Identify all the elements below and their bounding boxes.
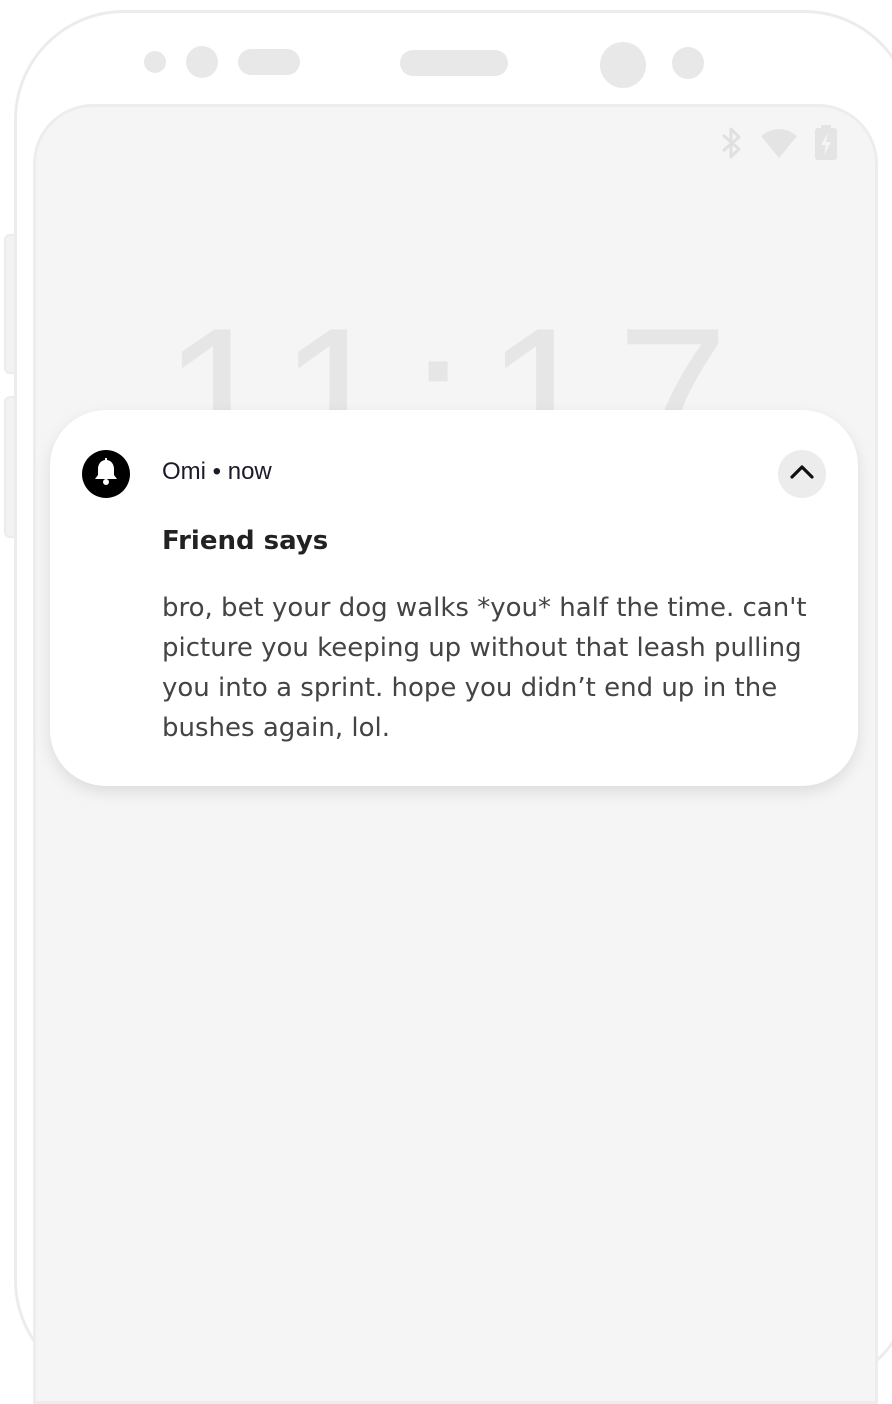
front-camera	[600, 42, 646, 88]
power-button	[4, 396, 14, 538]
notification-body: bro, bet your dog walks *you* half the t…	[162, 593, 807, 743]
sensor-dot	[144, 51, 166, 73]
bell-icon	[93, 458, 119, 490]
wifi-icon	[759, 126, 799, 164]
battery-charging-icon	[813, 125, 839, 165]
chevron-up-icon	[789, 464, 815, 484]
notification-app-meta: Omi • now	[162, 458, 272, 485]
sensor-dot	[672, 47, 704, 79]
speaker-grille	[400, 50, 508, 76]
sensor-dot	[186, 46, 218, 78]
bluetooth-icon	[717, 125, 745, 165]
collapse-button[interactable]	[778, 450, 826, 498]
app-icon	[82, 450, 130, 498]
notification-title: Friend says	[162, 526, 329, 556]
status-bar	[717, 125, 839, 165]
sensor-pill	[238, 49, 300, 75]
volume-button	[4, 234, 14, 374]
notification-card[interactable]: Omi • now Friend says bro, bet your dog …	[50, 410, 858, 786]
